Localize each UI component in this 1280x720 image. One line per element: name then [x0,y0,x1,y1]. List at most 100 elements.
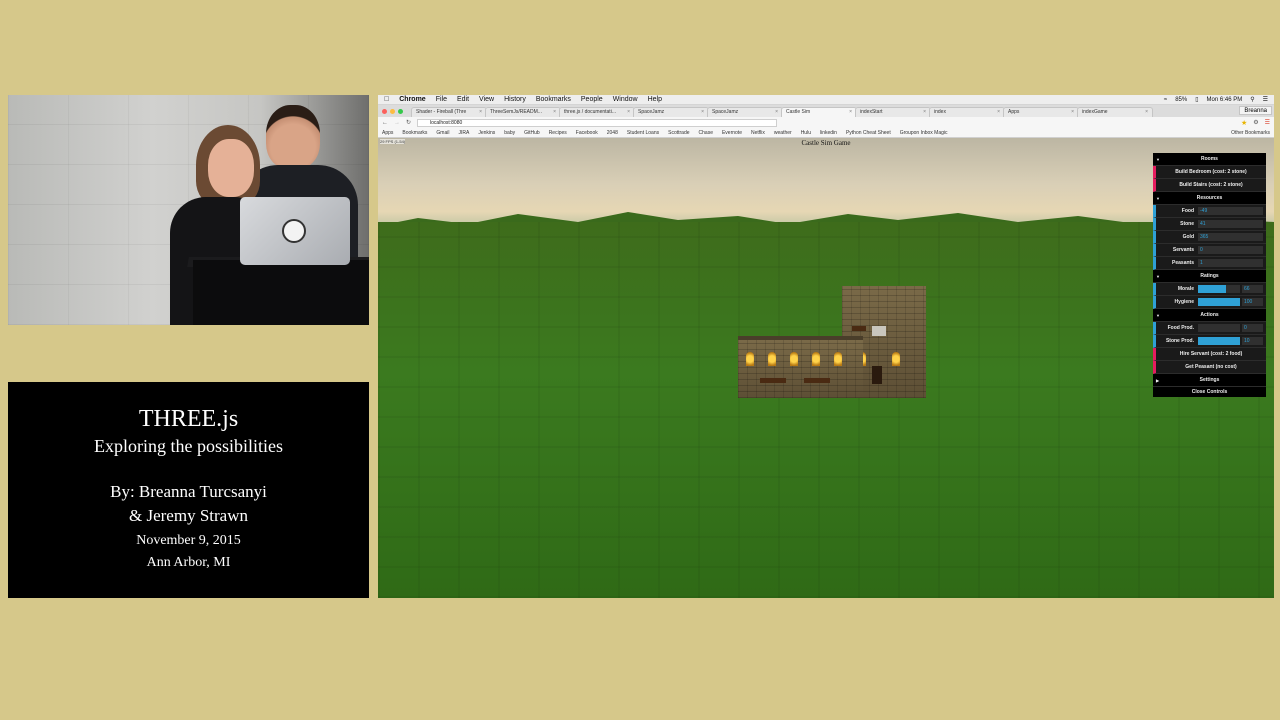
folder-rooms[interactable]: ▼ Rooms [1153,153,1266,166]
bookmark-hulu[interactable]: Hulu [801,130,811,136]
battery-icon[interactable]: ▯ [1195,96,1198,103]
bookmark-scottrade[interactable]: Scottrade [668,130,689,136]
notification-list-icon[interactable]: ☰ [1263,96,1268,103]
bookmark-groupon[interactable]: Groupon Inbox Magic [900,130,948,136]
peasants-input[interactable]: 1 [1198,259,1263,267]
menu-window[interactable]: Window [613,96,638,103]
tab-3[interactable]: SpaceJamz × [633,107,709,117]
close-tab-icon[interactable]: × [1145,109,1148,116]
close-tab-icon[interactable]: × [997,109,1000,116]
reload-icon[interactable]: ↻ [406,119,411,126]
close-window-icon[interactable] [382,108,387,114]
game-canvas[interactable]: 29 FPS (1-54) Castle Sim Game ▼ Rooms Bu… [378,138,1274,598]
get-peasant-button[interactable]: Get Peasant (no cost) [1153,361,1266,374]
bookmark-evernote[interactable]: Evernote [722,130,742,136]
minimize-window-icon[interactable] [390,108,395,114]
forward-icon[interactable]: → [394,120,400,126]
back-icon[interactable]: ← [382,120,388,126]
bookmark-apps[interactable]: Apps [382,130,393,136]
close-tab-icon[interactable]: × [1071,109,1074,116]
menu-chrome[interactable]: Chrome [399,96,425,103]
octocat-sticker-icon [282,219,306,243]
bookmark-recipes[interactable]: Recipes [549,130,567,136]
hygiene-input[interactable]: 100 [1242,298,1263,306]
tab-6[interactable]: indexStart × [855,107,931,117]
close-tab-icon[interactable]: × [849,109,852,116]
close-tab-icon[interactable]: × [553,109,556,116]
bookmark-jenkins[interactable]: Jenkins [478,130,495,136]
bookmark-facebook[interactable]: Facebook [576,130,598,136]
menu-bookmarks[interactable]: Bookmarks [536,96,571,103]
folder-collapsed-icon: ▶ [1156,377,1160,383]
address-input[interactable]: localhost:8080 [417,118,778,127]
menu-help[interactable]: Help [648,96,662,103]
tab-7[interactable]: index × [929,107,1005,117]
close-tab-icon[interactable]: × [701,109,704,116]
menu-file[interactable]: File [436,96,447,103]
close-tab-icon[interactable]: × [627,109,630,116]
stone-prod-input[interactable]: 10 [1242,337,1263,345]
servants-input[interactable]: 0 [1198,246,1263,254]
close-tab-icon[interactable]: × [479,109,482,116]
folder-settings[interactable]: ▶ Settings [1153,374,1266,387]
tab-2[interactable]: three.js / documentati... × [559,107,635,117]
close-controls-button[interactable]: Close Controls [1153,387,1266,397]
wifi-icon[interactable]: ≈ [1164,97,1167,103]
food-prod-slider[interactable] [1198,324,1240,332]
bookmark-github[interactable]: GitHub [524,130,540,136]
build-stairs-button[interactable]: Build Stairs (cost: 2 stone) [1153,179,1266,192]
chrome-menu-icon[interactable]: ☰ [1265,119,1270,126]
close-tab-icon[interactable]: × [775,109,778,116]
morale-slider[interactable] [1198,285,1240,293]
bookmark-linkedin[interactable]: linkedin [820,130,837,136]
bookmark-python-cheat-sheet[interactable]: Python Cheat Sheet [846,130,891,136]
hire-servant-button[interactable]: Hire Servant (cost: 2 food) [1153,348,1266,361]
tab-1[interactable]: ThreeSemJs/READM... × [485,107,561,117]
tab-9[interactable]: indexGame × [1077,107,1153,117]
morale-input[interactable]: 66 [1242,285,1263,293]
bookmark-netflix[interactable]: Netflix [751,130,765,136]
hygiene-row: Hygiene 100 [1153,296,1266,309]
stone-input[interactable]: 41 [1198,220,1263,228]
clock[interactable]: Mon 6:46 PM [1207,97,1243,103]
gold-input[interactable]: 365 [1198,233,1263,241]
window-controls [382,108,403,114]
bookmark-baby[interactable]: baby [504,130,515,136]
extension-gear-icon[interactable]: ⚙ [1253,119,1258,126]
battery-percent[interactable]: 85% [1175,97,1187,103]
hygiene-slider[interactable] [1198,298,1240,306]
bookmark-2048[interactable]: 2048 [607,130,618,136]
food-prod-input[interactable]: 0 [1242,324,1263,332]
bookmark-star-icon[interactable]: ★ [1241,119,1247,127]
bookmark-bookmarks[interactable]: Bookmarks [402,130,427,136]
folder-actions[interactable]: ▼ Actions [1153,309,1266,322]
menu-edit[interactable]: Edit [457,96,469,103]
build-bedroom-button[interactable]: Build Bedroom (cost: 2 stone) [1153,166,1266,179]
close-tab-icon[interactable]: × [923,109,926,116]
castle-model[interactable] [738,286,928,398]
bookmark-weather[interactable]: weather [774,130,792,136]
zoom-window-icon[interactable] [398,108,403,114]
slide-title: THREE.js [138,406,239,432]
bookmark-chase[interactable]: Chase [699,130,713,136]
bookmark-student-loans[interactable]: Student Loans [627,130,659,136]
stone-prod-slider[interactable] [1198,337,1240,345]
spotlight-search-icon[interactable]: ⚲ [1250,96,1254,103]
bookmark-jira[interactable]: JIRA [458,130,469,136]
tab-0[interactable]: Shader - Fireball (Thre × [411,107,487,117]
bookmark-other[interactable]: Other Bookmarks [1231,130,1270,136]
tab-4[interactable]: SpaceJamz × [707,107,783,117]
menu-history[interactable]: History [504,96,526,103]
folder-ratings[interactable]: ▼ Ratings [1153,270,1266,283]
tab-8[interactable]: Apps × [1003,107,1079,117]
folder-resources[interactable]: ▼ Resources [1153,192,1266,205]
profile-button[interactable]: Breanna [1239,106,1272,115]
bookmark-gmail[interactable]: Gmail [436,130,449,136]
toolbar: ← → ↻ localhost:8080 ★ ⚙ ☰ [378,117,1274,128]
apple-icon[interactable]:  [384,96,389,103]
food-input[interactable]: -49 [1198,207,1263,215]
castle-hall [738,336,863,398]
menu-people[interactable]: People [581,96,603,103]
menu-view[interactable]: View [479,96,494,103]
tab-5[interactable]: Castle Sim × [781,107,857,117]
